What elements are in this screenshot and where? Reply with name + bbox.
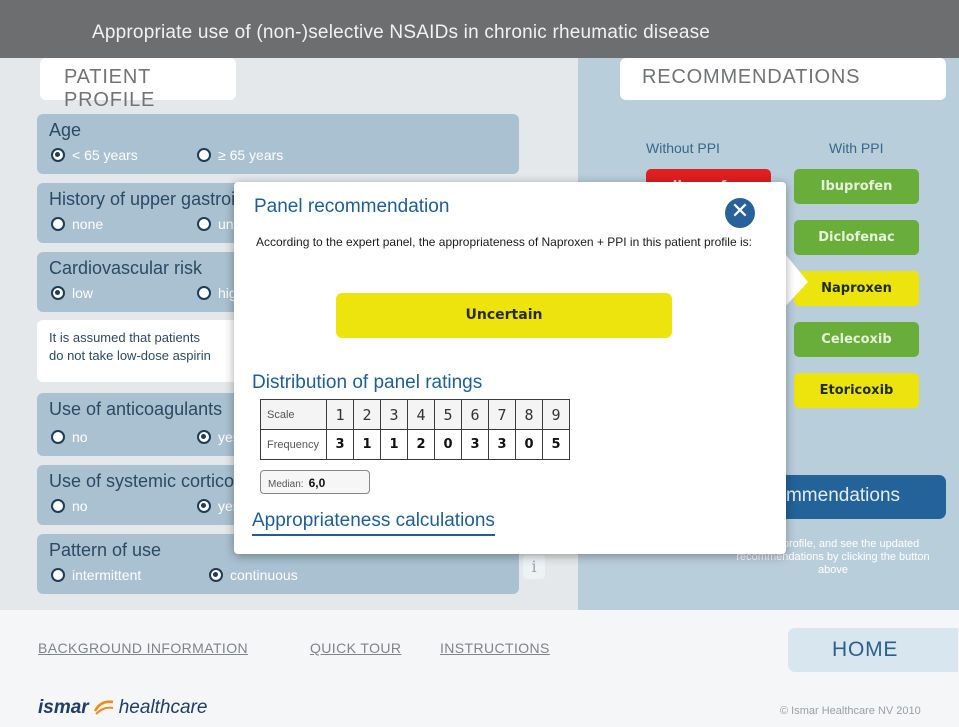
- option-anticoag-no[interactable]: no: [51, 429, 88, 445]
- appropriateness-verdict: Uncertain: [336, 293, 672, 338]
- instructions-link[interactable]: INSTRUCTIONS: [440, 640, 550, 656]
- frequency-cell: 0: [515, 429, 543, 460]
- ismar-healthcare-logo: ismar healthcare: [38, 697, 208, 718]
- ratings-table: Scale 1 2 3 4 5 6 7 8 9 Frequency 3 1 1 …: [260, 399, 570, 460]
- with-ppi-label: With PPI: [829, 140, 884, 156]
- frequency-cell: 3: [488, 429, 516, 460]
- copyright: © Ismar Healthcare NV 2010: [780, 705, 921, 717]
- option-intermittent[interactable]: intermittent: [51, 567, 141, 583]
- scale-cell: 4: [407, 399, 435, 430]
- radio-selected-icon: [197, 430, 211, 444]
- radio-icon: [51, 430, 65, 444]
- drug-button-naproxen-ppi[interactable]: Naproxen: [794, 271, 919, 306]
- option-steroid-no[interactable]: no: [51, 498, 88, 514]
- question-age: Age < 65 years ≥ 65 years: [37, 114, 519, 174]
- drug-button-etoricoxib-ppi[interactable]: Etoricoxib: [794, 373, 919, 408]
- radio-selected-icon: [197, 499, 211, 513]
- drug-button-ibuprofen-ppi[interactable]: Ibuprofen: [794, 169, 919, 204]
- radio-icon: [197, 286, 211, 300]
- frequency-label: Frequency: [260, 429, 327, 460]
- option-continuous[interactable]: continuous: [209, 567, 298, 583]
- popup-title: Panel recommendation: [254, 196, 450, 217]
- frequency-cell: 5: [542, 429, 570, 460]
- scale-row: Scale 1 2 3 4 5 6 7 8 9: [260, 399, 570, 430]
- option-cv-low[interactable]: low: [51, 285, 93, 301]
- recommendations-header: RECOMMENDATIONS: [620, 58, 946, 100]
- median-box: Median: 6,0: [260, 470, 370, 494]
- question-label: Age: [49, 120, 82, 140]
- patient-profile-header: PATIENT PROFILE: [40, 58, 236, 111]
- appropriateness-calculations-link[interactable]: Appropriateness calculations: [252, 510, 495, 536]
- radio-icon: [51, 499, 65, 513]
- median-label: Median:: [268, 479, 304, 490]
- frequency-cell: 3: [461, 429, 489, 460]
- question-label: Pattern of use: [49, 540, 162, 560]
- close-icon[interactable]: ✕: [725, 198, 755, 228]
- panel-recommendation-popup: Panel recommendation ✕ According to the …: [234, 182, 786, 554]
- frequency-cell: 0: [434, 429, 462, 460]
- frequency-cell: 1: [380, 429, 408, 460]
- radio-icon: [51, 568, 65, 582]
- drug-button-celecoxib-ppi[interactable]: Celecoxib: [794, 322, 919, 357]
- scale-cell: 6: [461, 399, 489, 430]
- frequency-cell: 1: [353, 429, 381, 460]
- radio-icon: [197, 217, 211, 231]
- radio-selected-icon: [51, 148, 65, 162]
- scale-cell: 3: [380, 399, 408, 430]
- scale-cell: 7: [488, 399, 516, 430]
- swirl-icon: [93, 700, 113, 715]
- scale-cell: 5: [434, 399, 462, 430]
- question-label: Use of anticoagulants: [49, 399, 223, 419]
- radio-selected-icon: [51, 286, 65, 300]
- radio-icon: [51, 217, 65, 231]
- option-age-65-plus[interactable]: ≥ 65 years: [197, 147, 283, 163]
- drug-button-diclofenac-ppi[interactable]: Diclofenac: [794, 220, 919, 255]
- home-button[interactable]: HOME: [788, 628, 958, 672]
- app-title: Appropriate use of (non-)selective NSAID…: [92, 22, 711, 43]
- frequency-cell: 2: [407, 429, 435, 460]
- scale-cell: 9: [542, 399, 570, 430]
- info-icon[interactable]: i: [523, 555, 545, 579]
- popup-description: According to the expert panel, the appro…: [256, 235, 752, 249]
- option-age-under-65[interactable]: < 65 years: [51, 147, 138, 163]
- scale-cell: 1: [326, 399, 354, 430]
- median-value: 6,0: [308, 476, 326, 490]
- quick-tour-link[interactable]: QUICK TOUR: [310, 640, 401, 656]
- scale-label: Scale: [260, 399, 327, 430]
- distribution-title: Distribution of panel ratings: [252, 372, 483, 393]
- title-bar: Appropriate use of (non-)selective NSAID…: [0, 0, 959, 58]
- without-ppi-label: Without PPI: [646, 140, 720, 156]
- radio-icon: [197, 148, 211, 162]
- option-gi-none[interactable]: none: [51, 216, 103, 232]
- background-information-link[interactable]: BACKGROUND INFORMATION: [38, 640, 248, 656]
- frequency-cell: 3: [326, 429, 354, 460]
- radio-selected-icon: [209, 568, 223, 582]
- scale-cell: 2: [353, 399, 381, 430]
- scale-cell: 8: [515, 399, 543, 430]
- frequency-row: Frequency 3 1 1 2 0 3 3 0 5: [260, 429, 570, 460]
- question-label: Cardiovascular risk: [49, 258, 203, 278]
